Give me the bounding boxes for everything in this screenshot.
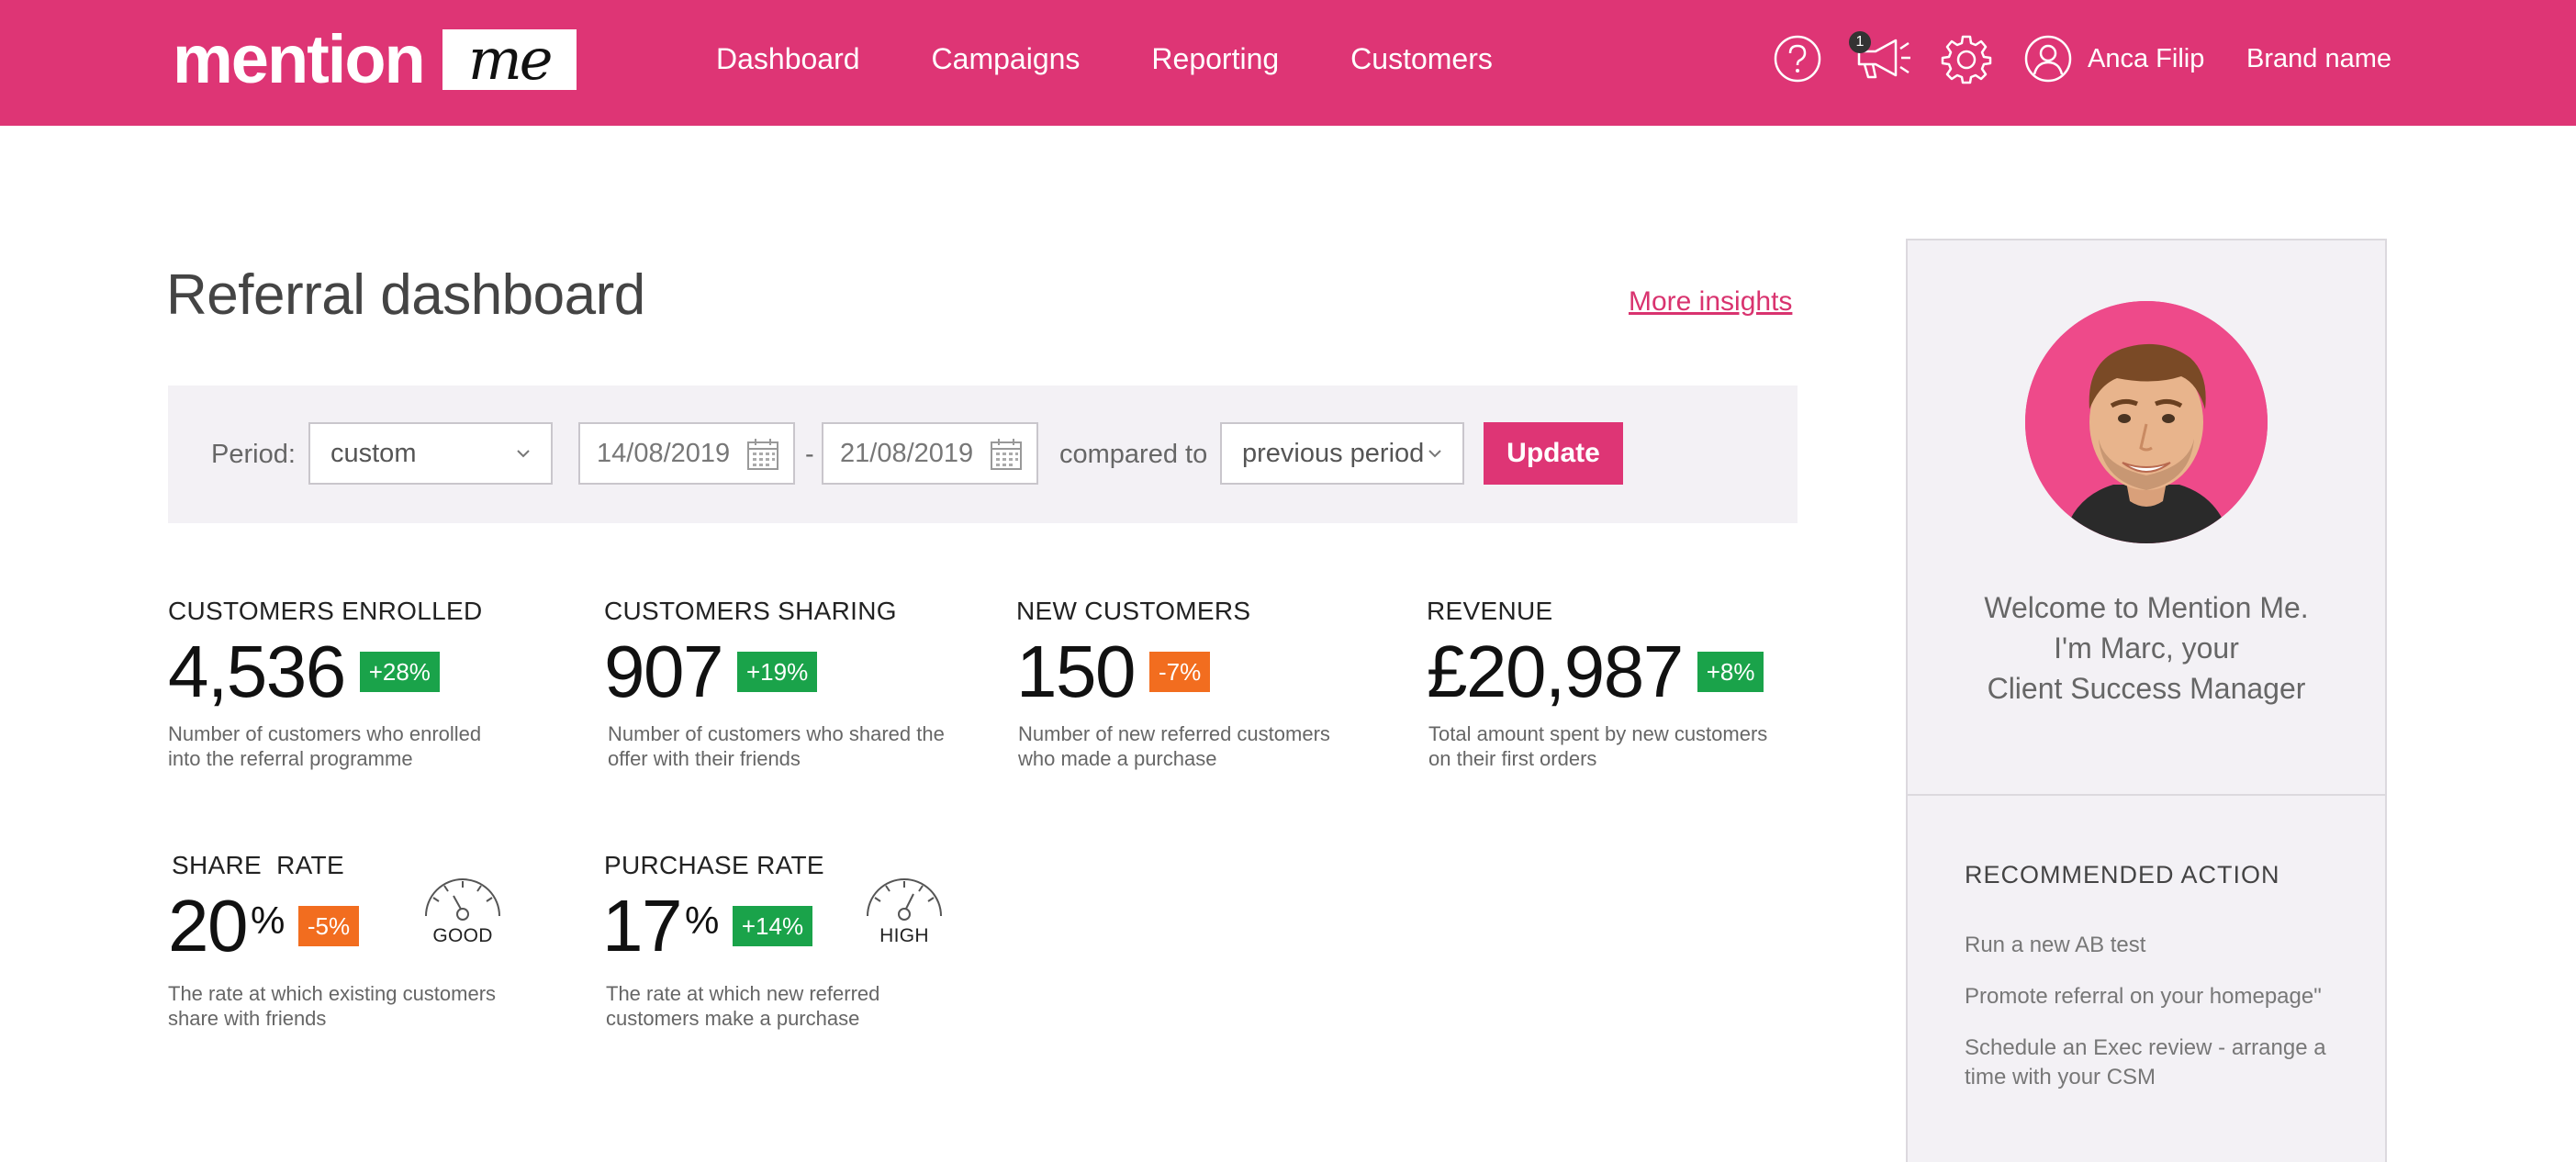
action-item[interactable]: Schedule an Exec review - arrange a time… xyxy=(1965,1034,2350,1092)
brand-switcher[interactable]: Brand name xyxy=(2246,26,2391,92)
page-title: Referral dashboard xyxy=(166,263,645,327)
logo-box-text: me xyxy=(468,26,554,93)
gauge-icon xyxy=(867,878,942,921)
change-badge: -7% xyxy=(1148,652,1211,692)
metric-customers-sharing: CUSTOMERS SHARING 907 +19% Number of cus… xyxy=(604,597,957,771)
change-badge: +28% xyxy=(359,652,440,692)
metric-description: The rate at which existing customers sha… xyxy=(168,982,497,1030)
metric-title: NEW CUSTOMERS xyxy=(1016,597,1251,625)
percent-sign: % xyxy=(250,899,285,942)
metric-value: 4,536 xyxy=(168,631,346,712)
metric-value: 20% xyxy=(168,885,285,966)
welcome-line: Client Success Manager xyxy=(1987,672,2306,705)
metric-description: Number of new referred customers who mad… xyxy=(1018,722,1330,770)
start-date-value: 14/08/2019 xyxy=(597,438,731,468)
calendar-icon[interactable] xyxy=(745,437,780,472)
metric-revenue: REVENUE £20,987 +8% Total amount spent b… xyxy=(1427,597,1777,771)
main-nav: Dashboard Campaigns Reporting Customers xyxy=(716,37,1493,81)
mention-me-logo[interactable]: mention me xyxy=(173,21,577,97)
gauge-icon xyxy=(425,878,500,921)
csm-panel: Welcome to Mention Me. I'm Marc, your Cl… xyxy=(1906,239,2387,1162)
nav-dashboard[interactable]: Dashboard xyxy=(716,37,860,81)
metric-title: CUSTOMERS ENROLLED xyxy=(168,597,483,625)
settings-button[interactable] xyxy=(1939,26,1994,92)
change-badge: +19% xyxy=(736,652,818,692)
percent-sign: % xyxy=(684,899,719,942)
user-menu[interactable]: Anca Filip xyxy=(2023,26,2204,92)
calendar-icon[interactable] xyxy=(989,437,1024,472)
user-name: Anca Filip xyxy=(2088,43,2205,73)
metric-value: 150 xyxy=(1016,631,1136,712)
gauge-label: GOOD xyxy=(432,925,493,946)
action-item[interactable]: Run a new AB test xyxy=(1965,931,2350,960)
csm-portrait xyxy=(2025,301,2268,543)
end-date-input[interactable]: 21/08/2019 xyxy=(822,422,1038,485)
metric-description: The rate at which new referred customers… xyxy=(606,982,880,1030)
comparison-select-value: previous period xyxy=(1242,438,1425,468)
welcome-line: I'm Marc, your xyxy=(2054,631,2239,665)
csm-avatar xyxy=(2025,301,2268,543)
share-rate-gauge: GOOD xyxy=(420,874,505,947)
nav-campaigns[interactable]: Campaigns xyxy=(932,37,1081,81)
metric-description: Number of customers who shared the offer… xyxy=(608,722,945,770)
welcome-line: Welcome to Mention Me. xyxy=(1984,591,2309,624)
more-insights-link[interactable]: More insights xyxy=(1629,286,1792,318)
help-icon xyxy=(1774,35,1821,83)
metric-description: Total amount spent by new customers on t… xyxy=(1428,722,1768,770)
recommended-action-title: RECOMMENDED ACTION xyxy=(1965,861,2280,888)
metric-value: £20,987 xyxy=(1427,631,1684,712)
period-label: Period: xyxy=(211,440,296,469)
end-date-value: 21/08/2019 xyxy=(840,438,974,468)
date-separator: - xyxy=(805,440,814,469)
panel-divider xyxy=(1908,794,2385,796)
action-item[interactable]: Promote referral on your homepage" xyxy=(1965,982,2350,1011)
period-select-value: custom xyxy=(330,438,417,468)
metric-description: Number of customers who enrolled into th… xyxy=(168,722,482,770)
metric-number: 20 xyxy=(168,885,248,966)
chevron-down-icon xyxy=(1428,450,1441,458)
notification-badge: 1 xyxy=(1849,31,1871,53)
gauge-label: HIGH xyxy=(879,925,929,946)
top-bar: mention me Dashboard Campaigns Reporting… xyxy=(0,0,2576,126)
start-date-input[interactable]: 14/08/2019 xyxy=(578,422,795,485)
nav-reporting[interactable]: Reporting xyxy=(1151,37,1279,81)
announcements-button[interactable]: 1 xyxy=(1847,26,1917,92)
logo-text: mention xyxy=(173,21,426,97)
user-icon xyxy=(2024,35,2072,83)
nav-customers[interactable]: Customers xyxy=(1350,37,1493,81)
gear-icon xyxy=(1941,35,1992,84)
period-select[interactable]: custom xyxy=(308,422,553,485)
metric-value: 17% xyxy=(602,885,719,966)
change-badge: +8% xyxy=(1697,652,1764,692)
change-badge: -5% xyxy=(297,906,360,946)
update-button[interactable]: Update xyxy=(1484,422,1623,485)
metric-customers-enrolled: CUSTOMERS ENROLLED 4,536 +28% Number of … xyxy=(168,597,517,771)
metric-value: 907 xyxy=(604,631,723,712)
welcome-message: Welcome to Mention Me. I'm Marc, your Cl… xyxy=(1908,587,2385,709)
comparison-select[interactable]: previous period xyxy=(1220,422,1464,485)
change-badge: +14% xyxy=(732,906,813,946)
compared-to-label: compared to xyxy=(1059,440,1208,469)
period-filter-bar: Period: custom 14/08/2019 - 21/08/2019 c… xyxy=(168,385,1798,523)
purchase-rate-gauge: HIGH xyxy=(862,874,946,947)
help-button[interactable] xyxy=(1770,26,1825,92)
logo-box: me xyxy=(442,29,577,90)
chevron-down-icon xyxy=(517,450,530,458)
metric-title: REVENUE xyxy=(1427,597,1553,625)
metric-title: CUSTOMERS SHARING xyxy=(604,597,897,625)
metric-number: 17 xyxy=(602,885,682,966)
metric-new-customers: NEW CUSTOMERS 150 -7% Number of new refe… xyxy=(1016,597,1367,771)
